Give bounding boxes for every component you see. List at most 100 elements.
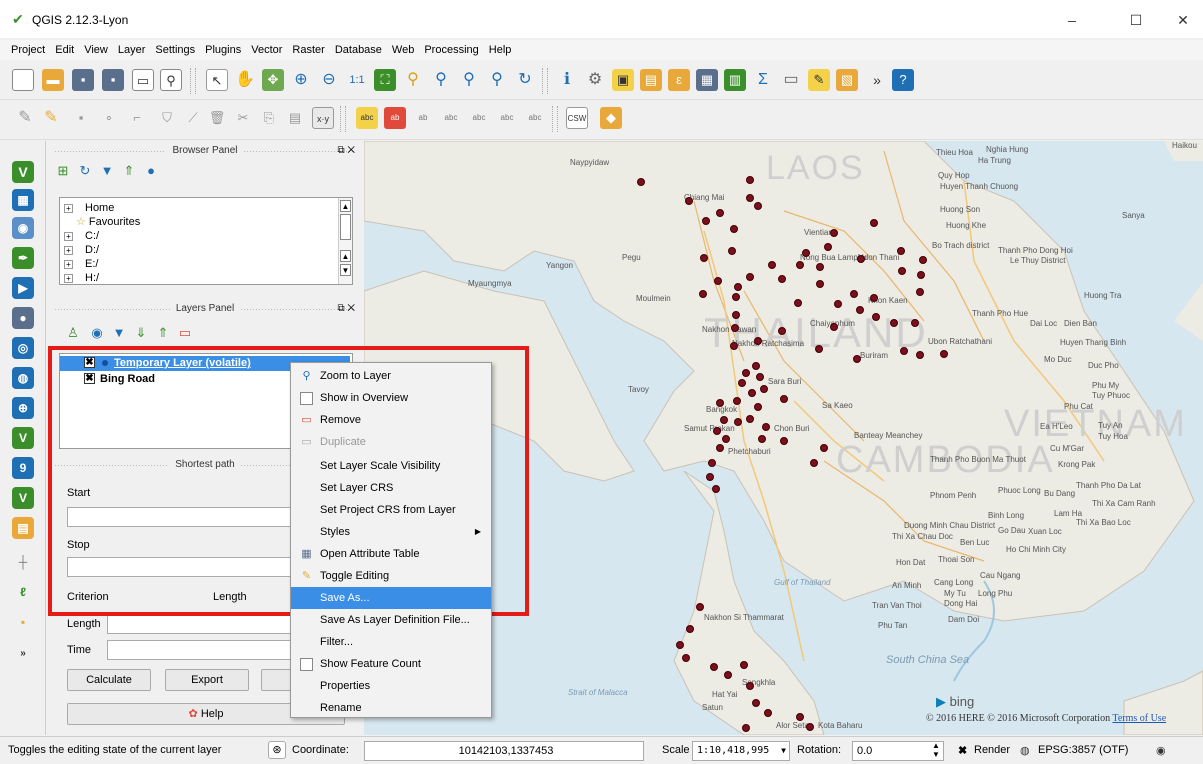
pan-to-selection-icon[interactable]: ✥ — [262, 69, 284, 91]
map-point[interactable] — [710, 663, 718, 671]
map-point[interactable] — [758, 435, 766, 443]
map-point[interactable] — [916, 288, 924, 296]
zoom-last-icon[interactable]: ⚲ — [458, 69, 480, 91]
zoom-in-icon[interactable]: ⊕ — [290, 69, 312, 91]
menu-database[interactable]: Database — [330, 40, 387, 60]
map-point[interactable] — [706, 473, 714, 481]
map-point[interactable] — [762, 423, 770, 431]
filter-legend-icon[interactable]: ▼ — [111, 325, 127, 341]
map-point[interactable] — [712, 485, 720, 493]
copy-features-icon[interactable]: ⎘ — [258, 107, 280, 129]
map-point[interactable] — [637, 178, 645, 186]
attribute-table-icon[interactable]: ▦ — [696, 69, 718, 91]
map-point[interactable] — [682, 654, 690, 662]
add-virtual-layer-icon[interactable]: ℓ — [12, 581, 34, 603]
select-features-icon[interactable]: ▣ — [612, 69, 634, 91]
map-point[interactable] — [746, 273, 754, 281]
browser-panel-controls[interactable]: ⧉ ✕ — [327, 144, 355, 158]
add-spatialite-layer-icon[interactable]: ✒ — [12, 247, 34, 269]
rotation-field[interactable]: 0.0 — [852, 741, 944, 761]
edit-pencil-disabled-icon[interactable]: ✎ — [14, 107, 36, 129]
map-point[interactable] — [685, 197, 693, 205]
map-point[interactable] — [746, 176, 754, 184]
add-oracle-layer-icon[interactable]: ◎ — [12, 337, 34, 359]
map-point[interactable] — [752, 362, 760, 370]
map-point[interactable] — [911, 319, 919, 327]
map-point[interactable] — [768, 261, 776, 269]
menu-edit[interactable]: Edit — [50, 40, 79, 60]
map-point[interactable] — [708, 459, 716, 467]
remove-layer-icon[interactable]: ▭ — [177, 325, 193, 341]
map-point[interactable] — [900, 347, 908, 355]
export-button[interactable]: Export — [165, 669, 249, 691]
map-point[interactable] — [830, 229, 838, 237]
menu-item-toggle-editing[interactable]: ✎ Toggle Editing — [291, 565, 491, 587]
collapse-all-icon[interactable]: ⇑ — [121, 163, 137, 179]
menu-item-save-as-layer-definition[interactable]: Save As Layer Definition File... — [291, 609, 491, 631]
zoom-full-icon[interactable]: ⛶ — [374, 69, 396, 91]
zoom-to-selection-icon[interactable]: ⚲ — [402, 69, 424, 91]
map-point[interactable] — [728, 247, 736, 255]
browser-item-favourites[interactable]: ☆ Favourites — [64, 215, 140, 229]
map-point[interactable] — [870, 294, 878, 302]
map-point[interactable] — [716, 444, 724, 452]
map-point[interactable] — [810, 459, 818, 467]
map-point[interactable] — [732, 293, 740, 301]
xy-icon[interactable]: x·y — [312, 107, 334, 129]
new-print-composer-icon[interactable]: ▭ — [132, 69, 154, 91]
action-icon[interactable]: ⚙ — [584, 69, 606, 91]
identify-features-icon[interactable]: ℹ — [556, 69, 578, 91]
refresh-icon[interactable]: ↻ — [514, 69, 536, 91]
checkbox-icon[interactable] — [300, 658, 313, 671]
map-point[interactable] — [760, 385, 768, 393]
composer-manager-icon[interactable]: ⚲ — [160, 69, 182, 91]
map-point[interactable] — [699, 290, 707, 298]
menu-item-show-in-overview[interactable]: Show in Overview — [291, 387, 491, 409]
map-point[interactable] — [734, 418, 742, 426]
menu-view[interactable]: View — [79, 40, 113, 60]
map-point[interactable] — [806, 723, 814, 731]
csw-icon[interactable]: CSW — [566, 107, 588, 129]
summary-icon[interactable]: Σ — [752, 69, 774, 91]
menu-plugins[interactable]: Plugins — [200, 40, 246, 60]
add-wcs-layer-icon[interactable]: ⊕ — [12, 397, 34, 419]
menu-layer[interactable]: Layer — [113, 40, 151, 60]
add-vector-layer-icon[interactable]: V — [12, 161, 34, 183]
map-point[interactable] — [917, 271, 925, 279]
pan-map-icon[interactable]: ✋ — [234, 69, 256, 91]
menu-item-set-project-crs[interactable]: Set Project CRS from Layer — [291, 499, 491, 521]
map-point[interactable] — [834, 300, 842, 308]
rotation-spinner-icon[interactable]: ▲ ▼ — [932, 741, 940, 759]
new-shapefile-icon[interactable]: V — [12, 487, 34, 509]
map-point[interactable] — [780, 437, 788, 445]
zoom-to-layer-icon[interactable]: ⚲ — [430, 69, 452, 91]
annotation-icon[interactable]: ▧ — [836, 69, 858, 91]
label-icon[interactable]: abc — [356, 107, 378, 129]
menu-help[interactable]: Help — [484, 40, 517, 60]
browser-item-d[interactable]: + D:/ — [64, 243, 99, 257]
menu-project[interactable]: Project — [6, 40, 50, 60]
cut-features-icon[interactable]: ✂ — [232, 107, 254, 129]
open-project-icon[interactable]: ▬ — [42, 69, 64, 91]
add-mssql-layer-icon[interactable]: ▶ — [12, 277, 34, 299]
zoom-next-icon[interactable]: ⚲ — [486, 69, 508, 91]
map-point[interactable] — [696, 603, 704, 611]
refresh-browser-icon[interactable]: ↻ — [77, 163, 93, 179]
new-spatialite-icon[interactable]: ▤ — [12, 517, 34, 539]
map-point[interactable] — [716, 399, 724, 407]
expand-all-icon[interactable]: ⇓ — [133, 325, 149, 341]
map-point[interactable] — [830, 323, 838, 331]
scroll-thumb[interactable] — [340, 214, 351, 240]
layers-panel-controls[interactable]: ⧉ ✕ — [327, 302, 355, 316]
filter-browser-icon[interactable]: ▼ — [99, 163, 115, 179]
render-checkbox-icon[interactable]: ✖ — [958, 744, 967, 757]
label-show-icon[interactable]: abc — [440, 107, 462, 129]
statistics-icon[interactable]: ▥ — [724, 69, 746, 91]
map-point[interactable] — [853, 355, 861, 363]
node-tool-icon[interactable]: ⛉ — [156, 107, 178, 129]
python-icon[interactable]: ◆ — [600, 107, 622, 129]
map-point[interactable] — [742, 724, 750, 732]
map-point[interactable] — [754, 403, 762, 411]
paste-features-icon[interactable]: ▤ — [284, 107, 306, 129]
menu-item-save-as[interactable]: Save As... — [291, 587, 491, 609]
